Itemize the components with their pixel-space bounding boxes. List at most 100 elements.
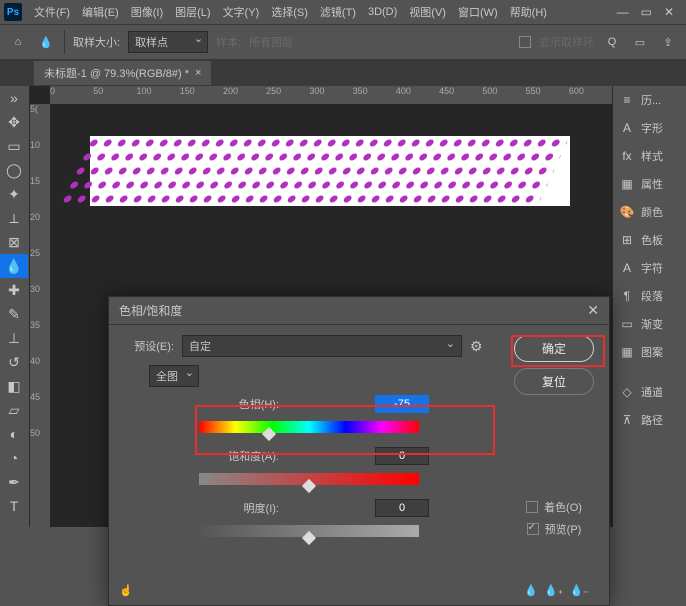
panels-dock: ≡历... A字形 fx样式 ▦属性 🎨颜色 ⊞色板 A字符 ¶段落 ▭渐变 ▦… (612, 86, 686, 527)
eyedropper-subtract-icon[interactable]: 💧₋ (569, 584, 589, 597)
home-icon[interactable]: ⌂ (8, 32, 28, 52)
stamp-tool-icon[interactable]: ⊥ (0, 326, 28, 350)
history-brush-icon[interactable]: ↺ (0, 350, 28, 374)
search-icon[interactable]: Q (602, 32, 622, 52)
properties-icon: ▦ (619, 176, 635, 192)
hue-slider[interactable] (199, 421, 419, 433)
eyedropper-add-icon[interactable]: 💧₊ (544, 584, 564, 597)
document-tab-label: 未标题-1 @ 79.3%(RGB/8#) * (44, 65, 189, 81)
paths-icon: ⊼ (619, 412, 635, 428)
light-label: 明度(I): (209, 500, 279, 516)
eraser-tool-icon[interactable]: ◧ (0, 374, 28, 398)
menu-filter[interactable]: 滤镜(T) (314, 4, 362, 20)
menu-3d[interactable]: 3D(D) (362, 6, 403, 18)
color-icon: 🎨 (619, 204, 635, 220)
menu-help[interactable]: 帮助(H) (504, 4, 553, 20)
menu-select[interactable]: 选择(S) (265, 4, 314, 20)
reset-button[interactable]: 复位 (514, 368, 594, 395)
character-icon: A (619, 260, 635, 276)
styles-icon: fx (619, 148, 635, 164)
lasso-tool-icon[interactable]: ◯ (0, 158, 28, 182)
panel-character[interactable]: A字符 (613, 254, 686, 282)
brush-tool-icon[interactable]: ✎ (0, 302, 28, 326)
canvas[interactable]: 050100150200250300350400450500550600 5(1… (30, 86, 612, 527)
preset-select[interactable]: 自定 (182, 335, 462, 357)
title-bar: Ps 文件(F) 编辑(E) 图像(I) 图层(L) 文字(Y) 选择(S) 滤… (0, 0, 686, 24)
menu-edit[interactable]: 编辑(E) (76, 4, 125, 20)
sat-input[interactable]: 0 (375, 447, 429, 465)
hue-input[interactable]: -75 (375, 395, 429, 413)
pen-tool-icon[interactable]: ✒ (0, 470, 28, 494)
menu-layer[interactable]: 图层(L) (169, 4, 216, 20)
document-tabs: 未标题-1 @ 79.3%(RGB/8#) * × (0, 60, 686, 86)
panel-history[interactable]: ≡历... (613, 86, 686, 114)
colorize-label: 着色(O) (544, 499, 582, 515)
gradient-tool-icon[interactable]: ▱ (0, 398, 28, 422)
panel-color[interactable]: 🎨颜色 (613, 198, 686, 226)
panel-paragraph[interactable]: ¶段落 (613, 282, 686, 310)
panel-patterns[interactable]: ▦图案 (613, 338, 686, 366)
share-icon[interactable]: ⇪ (658, 32, 678, 52)
wand-tool-icon[interactable]: ✦ (0, 182, 28, 206)
range-select[interactable]: 全图 (149, 365, 199, 387)
hue-label: 色相(H): (209, 396, 279, 412)
frame-tool-icon[interactable]: ⊠ (0, 230, 28, 254)
app-logo: Ps (4, 3, 22, 21)
colorize-checkbox[interactable] (526, 501, 538, 513)
panel-swatches[interactable]: ⊞色板 (613, 226, 686, 254)
sample-value: 所有图层 (249, 34, 293, 50)
light-input[interactable]: 0 (375, 499, 429, 517)
ok-button[interactable]: 确定 (514, 335, 594, 362)
dialog-close-icon[interactable]: ✕ (587, 302, 599, 319)
sat-slider[interactable] (199, 473, 419, 485)
dodge-tool-icon[interactable]: ◔ (0, 446, 28, 470)
heal-tool-icon[interactable]: ✚ (0, 278, 28, 302)
panel-gradients[interactable]: ▭渐变 (613, 310, 686, 338)
sample-size-select[interactable]: 取样点 (128, 31, 208, 53)
eyedropper-icon[interactable]: 💧 (36, 32, 56, 52)
sample-size-label: 取样大小: (73, 34, 120, 50)
panel-channels[interactable]: ◇通道 (613, 378, 686, 406)
panel-styles[interactable]: fx样式 (613, 142, 686, 170)
sat-label: 饱和度(A): (209, 448, 279, 464)
document-tab[interactable]: 未标题-1 @ 79.3%(RGB/8#) * × (34, 61, 211, 85)
finger-icon[interactable]: ☝ (119, 584, 133, 597)
options-bar: ⌂ 💧 取样大小: 取样点 样本: 所有图层 显示取样环 Q ▭ ⇪ (0, 24, 686, 60)
menu-view[interactable]: 视图(V) (403, 4, 452, 20)
window-restore-icon[interactable]: ▭ (641, 5, 652, 19)
show-ring-label: 显示取样环 (539, 34, 594, 50)
type-tool-icon[interactable]: T (0, 494, 28, 518)
crop-tool-icon[interactable]: ⟂ (0, 206, 28, 230)
close-tab-icon[interactable]: × (195, 67, 201, 79)
menu-image[interactable]: 图像(I) (125, 4, 169, 20)
preset-label: 预设(E): (119, 338, 174, 354)
panel-properties[interactable]: ▦属性 (613, 170, 686, 198)
workspace-icon[interactable]: ▭ (630, 32, 650, 52)
marquee-tool-icon[interactable]: ▭ (0, 134, 28, 158)
panel-paths[interactable]: ⊼路径 (613, 406, 686, 434)
hue-saturation-dialog: 色相/饱和度 ✕ 预设(E): 自定 ⚙ 全图 色相(H): (108, 296, 610, 606)
gradients-icon: ▭ (619, 316, 635, 332)
eyedropper-sample-icon[interactable]: 💧 (524, 584, 538, 597)
tools-panel: » ✥ ▭ ◯ ✦ ⟂ ⊠ 💧 ✚ ✎ ⊥ ↺ ◧ ▱ ◐ ◔ ✒ T (0, 86, 30, 527)
window-close-icon[interactable]: ✕ (664, 5, 674, 19)
blur-tool-icon[interactable]: ◐ (0, 422, 28, 446)
preview-checkbox[interactable] (527, 523, 539, 535)
dialog-title: 色相/饱和度 (119, 302, 182, 319)
preset-gear-icon[interactable]: ⚙ (470, 338, 483, 355)
menu-file[interactable]: 文件(F) (28, 4, 76, 20)
patterns-icon: ▦ (619, 344, 635, 360)
glyphs-icon: A (619, 120, 635, 136)
window-minimize-icon[interactable]: — (617, 5, 629, 19)
ruler-vertical: 5(101520253035404550 (30, 104, 50, 527)
panel-glyphs[interactable]: A字形 (613, 114, 686, 142)
eyedropper-tool-icon[interactable]: 💧 (0, 254, 28, 278)
history-icon: ≡ (619, 92, 635, 108)
move-tool-icon[interactable]: ✥ (0, 110, 28, 134)
preview-label: 预览(P) (545, 521, 582, 537)
menu-type[interactable]: 文字(Y) (217, 4, 266, 20)
channels-icon: ◇ (619, 384, 635, 400)
show-ring-checkbox[interactable] (519, 36, 531, 48)
toggle-icon[interactable]: » (0, 86, 28, 110)
menu-window[interactable]: 窗口(W) (452, 4, 504, 20)
